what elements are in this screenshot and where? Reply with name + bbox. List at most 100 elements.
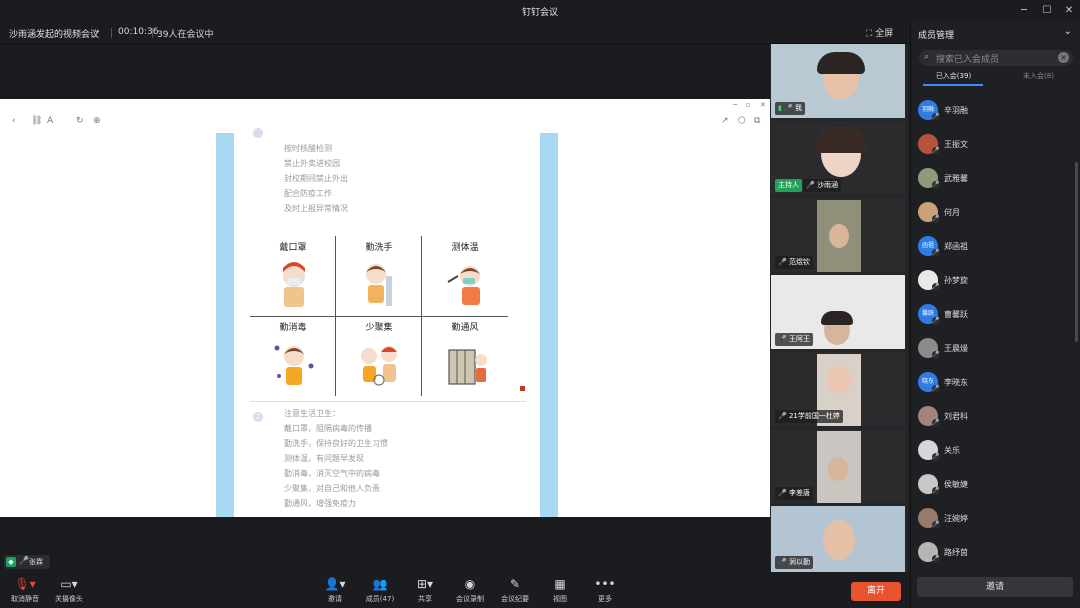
chevron-down-icon[interactable]: ⌄	[1064, 26, 1072, 37]
globe-icon[interactable]: ⊕	[93, 116, 101, 126]
chevron-down-icon[interactable]: ⌄	[93, 25, 101, 36]
participant-hair	[817, 52, 865, 74]
link-icon[interactable]: ⛓	[31, 116, 42, 126]
close-small-icon[interactable]: ✕	[760, 101, 766, 109]
title-bar: 钉钉会议 ─ ☐ ✕	[0, 0, 1080, 22]
member-row[interactable]: 🎤 路纾茵	[918, 542, 1068, 564]
list-item: 封校期间禁止外出	[284, 174, 348, 183]
share-icon[interactable]: ↗	[721, 116, 729, 126]
list-item: 及时上报异常情况	[284, 204, 348, 213]
tile-name-text: 21学前国一杜婷	[788, 412, 840, 420]
tile-name: 🎤 涧以勤	[775, 556, 813, 569]
search-icon: ⌕	[924, 52, 930, 62]
member-name: 李晓东	[944, 378, 968, 387]
member-row[interactable]: 🎤 侯敏婕	[918, 474, 1068, 496]
record-label: 会议录制	[456, 595, 484, 603]
export-icon[interactable]: ⧉	[754, 116, 760, 126]
members-button[interactable]: 👥 成员(47)	[355, 577, 405, 604]
member-row[interactable]: 🎤 汪婉婷	[918, 508, 1068, 530]
speaker-name: 张霖	[29, 558, 43, 566]
member-row[interactable]: 🎤 关乐	[918, 440, 1068, 462]
members-icon: 👥	[372, 577, 388, 591]
host-badge: 主持人	[775, 179, 802, 192]
minimize-icon[interactable]: ─	[1016, 3, 1032, 19]
section-number-icon	[253, 128, 263, 138]
close-icon[interactable]: ✕	[1061, 3, 1077, 19]
tab-joined[interactable]: 已入会(39)	[911, 71, 996, 81]
microphone-icon: 🎤	[932, 555, 940, 563]
microphone-icon: 🎤	[932, 113, 940, 121]
member-row[interactable]: 🎤 王振文	[918, 134, 1068, 156]
tab-underline	[923, 84, 983, 86]
video-tile[interactable]: 🎤 涧以勤	[771, 506, 905, 572]
tile-name-text: 沙雨涵	[816, 181, 838, 189]
mic-muted-icon: 🎙▾	[14, 577, 36, 591]
record-button[interactable]: ◉ 会议录制	[445, 577, 495, 604]
leave-button[interactable]: 离开	[851, 582, 901, 601]
member-row[interactable]: 馨跃 🎤 曹馨跃	[918, 304, 1068, 326]
scrollbar[interactable]	[1075, 162, 1078, 342]
mask-figure	[283, 262, 305, 307]
min-icon[interactable]: ─	[733, 101, 737, 109]
translate-icon[interactable]: A	[47, 116, 53, 126]
grid-cell: 勤消毒	[250, 316, 336, 396]
clear-icon[interactable]: ×	[1058, 52, 1069, 63]
member-search-input[interactable]: ⌕ 搜索已入会成员 ×	[919, 50, 1073, 66]
minutes-label: 会议纪要	[501, 595, 529, 603]
member-row[interactable]: 🎤 武雅馨	[918, 168, 1068, 190]
back-icon[interactable]: ‹	[12, 116, 16, 126]
member-tabs: 已入会(39) 未入会(8)	[911, 70, 1080, 86]
member-row[interactable]: 羽融 🎤 辛羽融	[918, 100, 1068, 122]
meeting-name[interactable]: 沙雨涵发起的视频会议	[9, 27, 99, 40]
fullscreen-button[interactable]: ⛶ 全屏	[866, 26, 893, 39]
video-tile[interactable]: 🎤 范煜钦	[771, 198, 905, 272]
minutes-icon: ✎	[509, 577, 521, 591]
invite-button[interactable]: 邀请	[917, 577, 1073, 597]
thermometer-figure	[447, 266, 480, 305]
video-tile[interactable]: ▮ 🎤 我	[771, 44, 905, 118]
box-icon[interactable]: ⬡	[738, 116, 746, 126]
camera-button[interactable]: ▭▾ 关摄像头	[44, 577, 94, 604]
microphone-icon: 🎤	[932, 181, 940, 189]
member-row[interactable]: 🎤 刘君科	[918, 406, 1068, 428]
tab-not-joined[interactable]: 未入会(8)	[996, 71, 1080, 81]
video-tile[interactable]: 🎤 王阿王	[771, 275, 905, 349]
member-name: 武雅馨	[944, 174, 968, 183]
participant-count: 39人在会议中	[157, 30, 214, 40]
grid-cell: 勤通风	[422, 316, 508, 396]
minutes-button[interactable]: ✎ 会议纪要	[490, 577, 540, 604]
unmute-button[interactable]: 🎙▾ 取消静音	[0, 577, 50, 604]
microphone-icon: 🎤	[19, 556, 29, 565]
refresh-icon[interactable]: ↻	[76, 116, 84, 126]
member-row[interactable]: 🎤 何月	[918, 202, 1068, 224]
microphone-icon: 🎤	[932, 385, 940, 393]
doc-right-border	[540, 133, 558, 517]
shared-toolbar: ‹ ⛓ A ↻ ⊕ ↗ ⬡ ⧉ ─ ▫ ✕	[0, 99, 770, 129]
member-panel: 成员管理 ⌄ ⌕ 搜索已入会成员 × 已入会(39) 未入会(8) 羽融 🎤 辛羽融…	[910, 22, 1080, 608]
list-item: 注意生活卫生：	[284, 409, 340, 418]
share-button[interactable]: ⊞▾ 共享	[400, 577, 450, 604]
microphone-icon: 🎤	[932, 453, 940, 461]
tile-name: 🎤 王阿王	[775, 333, 813, 346]
invite-toolbar-button[interactable]: 👤▾ 邀请	[310, 577, 360, 604]
member-row[interactable]: 晓东 🎤 李晓东	[918, 372, 1068, 394]
member-row[interactable]: 函祖 🎤 郑函祖	[918, 236, 1068, 258]
more-button[interactable]: ••• 更多	[580, 577, 630, 604]
maximize-icon[interactable]: ☐	[1039, 3, 1055, 19]
list-item: 勤洗手，保持良好的卫生习惯	[284, 439, 388, 448]
member-name: 辛羽融	[944, 106, 968, 115]
view-button[interactable]: ▦ 视图	[535, 577, 585, 604]
video-tile[interactable]: 🎤 21学前国一杜婷	[771, 352, 905, 426]
member-row[interactable]: 🎤 孙梦旋	[918, 270, 1068, 292]
member-name: 曹馨跃	[944, 310, 968, 319]
video-tile[interactable]: 主持人 🎤 沙雨涵	[771, 121, 905, 195]
separator	[111, 28, 112, 38]
restore-icon[interactable]: ▫	[746, 101, 751, 109]
list-item: 禁止外卖进校园	[284, 159, 340, 168]
microphone-icon: 🎤	[932, 249, 940, 257]
shield-icon: ◆	[6, 557, 16, 567]
video-tile[interactable]: 🎤 李差唐	[771, 429, 905, 503]
member-row[interactable]: 🎤 王晨熳	[918, 338, 1068, 360]
microphone-icon: 🎤	[932, 317, 940, 325]
member-name: 郑函祖	[944, 242, 968, 251]
